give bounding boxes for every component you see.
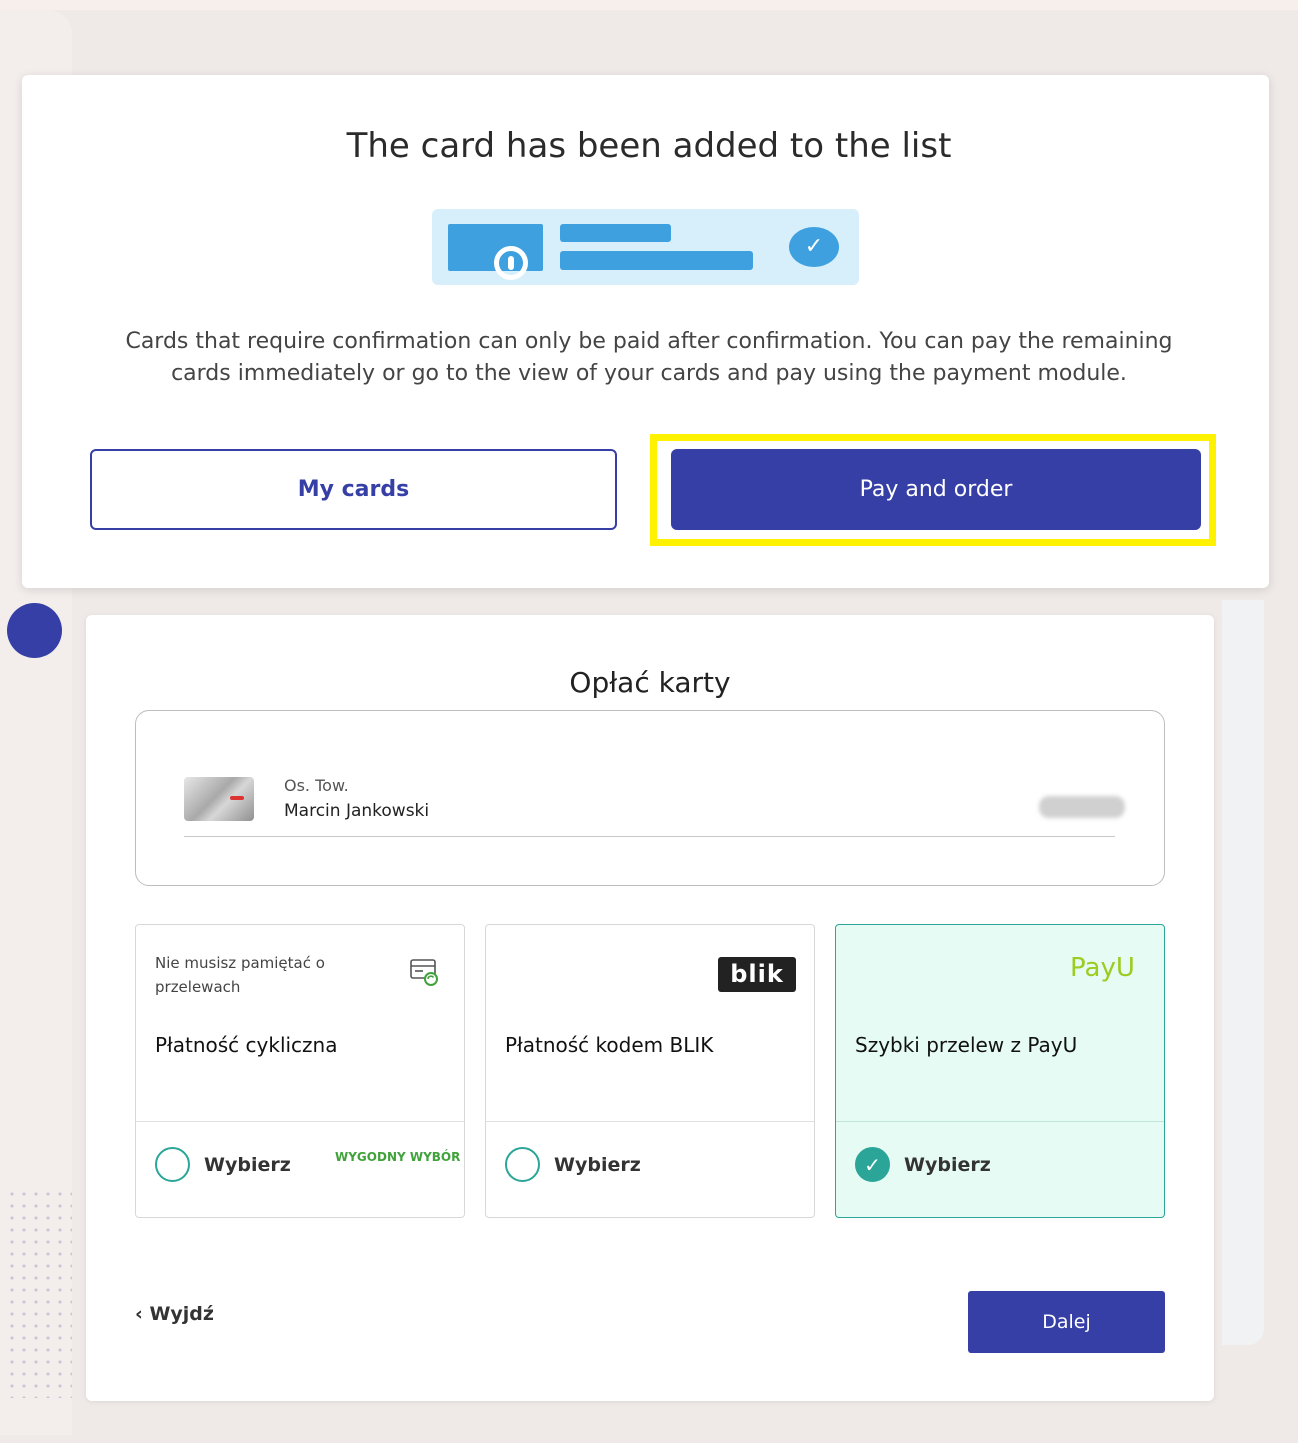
card-added-illustration: ✓ xyxy=(432,209,859,285)
pay-and-order-button[interactable]: Pay and order xyxy=(671,449,1201,530)
background-top-strip xyxy=(0,0,1298,10)
step-indicator-dot xyxy=(7,603,62,658)
option-divider xyxy=(486,1121,814,1122)
selected-card-box xyxy=(135,710,1165,886)
option-blik-payment[interactable]: blik Płatność kodem BLIK Wybierz xyxy=(485,924,815,1218)
option-choose-label: Wybierz xyxy=(554,1154,641,1176)
background-right-panel xyxy=(1222,600,1264,1345)
recurring-card-icon xyxy=(410,959,438,986)
my-cards-button[interactable]: My cards xyxy=(90,449,617,530)
decorative-dot-grid xyxy=(6,1188,72,1398)
check-icon: ✓ xyxy=(789,227,839,267)
option-recurring-payment[interactable]: Nie musisz pamiętać o przelewach Płatnoś… xyxy=(135,924,465,1218)
option-choose-label: Wybierz xyxy=(904,1154,991,1176)
blik-logo: blik xyxy=(718,957,796,992)
convenient-choice-badge: WYGODNY WYBÓR xyxy=(335,1150,461,1164)
exit-label: Wyjdź xyxy=(149,1303,214,1325)
modal-message: Cards that require confirmation can only… xyxy=(125,329,1173,386)
card-type: Os. Tow. xyxy=(284,776,349,795)
option-subtitle: Nie musisz pamiętać o przelewach xyxy=(155,954,325,996)
payu-logo: PayU xyxy=(1070,953,1135,983)
option-choose-label: Wybierz xyxy=(204,1154,291,1176)
card-divider xyxy=(184,836,1115,837)
next-button[interactable]: Dalej xyxy=(968,1291,1165,1353)
option-name: Płatność cykliczna xyxy=(155,1033,338,1057)
payment-title: Opłać karty xyxy=(569,666,731,699)
exit-link[interactable]: ‹ Wyjdź xyxy=(135,1303,214,1325)
option-divider xyxy=(836,1121,1164,1122)
option-payu-transfer[interactable]: PayU Szybki przelew z PayU ✓ Wybierz xyxy=(835,924,1165,1218)
card-thumbnail xyxy=(184,777,254,821)
option-radio-checked[interactable]: ✓ xyxy=(855,1147,890,1182)
option-radio[interactable] xyxy=(155,1147,190,1182)
option-divider xyxy=(136,1121,464,1122)
modal-title: The card has been added to the list xyxy=(346,126,952,166)
checkmark-icon: ✓ xyxy=(864,1153,881,1177)
card-holder-name: Marcin Jankowski xyxy=(284,801,430,821)
option-name: Szybki przelew z PayU xyxy=(855,1033,1078,1057)
option-radio[interactable] xyxy=(505,1147,540,1182)
card-price-redacted xyxy=(1039,796,1125,818)
chevron-left-icon: ‹ xyxy=(135,1303,150,1325)
option-name: Płatność kodem BLIK xyxy=(505,1033,714,1057)
